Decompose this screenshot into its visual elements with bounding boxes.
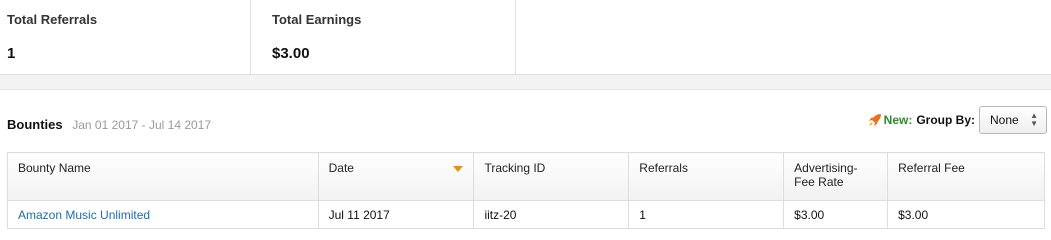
- tracking-id-header-label: Tracking ID: [484, 161, 546, 175]
- advertising-fee-rate-header-line1: Advertising-: [794, 161, 858, 175]
- cell-referrals: 1: [628, 200, 785, 229]
- group-by-selected-value: None: [990, 113, 1019, 127]
- bounties-title: Bounties: [7, 117, 63, 132]
- date-range: Jan 01 2017 - Jul 14 2017: [72, 118, 212, 132]
- group-by-control: New: Group By: None ▲ ▼: [868, 106, 1047, 134]
- total-earnings-card: Total Earnings $3.00: [251, 0, 516, 74]
- bounty-name-link[interactable]: Amazon Music Unlimited: [18, 208, 150, 222]
- new-badge: New:: [883, 113, 913, 127]
- bounties-header: Bounties Jan 01 2017 - Jul 14 2017: [7, 117, 211, 132]
- cell-advertising-fee-rate: $3.00: [783, 200, 889, 229]
- column-header-advertising-fee-rate[interactable]: Advertising- Fee Rate: [783, 152, 889, 201]
- date-header-label: Date: [328, 161, 354, 175]
- up-down-arrows-icon: ▲ ▼: [1030, 111, 1038, 128]
- total-referrals-value: 1: [7, 45, 16, 62]
- total-referrals-card: Total Referrals 1: [0, 0, 251, 74]
- bounty-name-header-label: Bounty Name: [18, 161, 91, 175]
- advertising-fee-rate-header-line2: Fee Rate: [794, 175, 844, 189]
- rocket-icon: [868, 113, 882, 127]
- referrals-header-label: Referrals: [639, 161, 688, 175]
- cell-referral-fee: $3.00: [887, 200, 1045, 229]
- column-header-bounty-name[interactable]: Bounty Name: [7, 152, 319, 201]
- total-referrals-label: Total Referrals: [7, 12, 98, 27]
- cell-bounty-name: Amazon Music Unlimited: [7, 200, 319, 229]
- cell-tracking-id: iitz-20: [473, 200, 630, 229]
- empty-stat-card: [516, 0, 1051, 74]
- column-header-tracking-id[interactable]: Tracking ID: [473, 152, 630, 201]
- bounties-table: Bounty Name Date Tracking ID Referrals A…: [7, 152, 1045, 229]
- total-earnings-label: Total Earnings: [272, 12, 362, 27]
- sort-desc-icon: [453, 166, 464, 172]
- column-header-referral-fee[interactable]: Referral Fee: [887, 152, 1045, 201]
- group-by-select[interactable]: None ▲ ▼: [979, 106, 1047, 134]
- table-row: Amazon Music Unlimited Jul 11 2017 iitz-…: [7, 200, 1045, 229]
- table-header-row: Bounty Name Date Tracking ID Referrals A…: [7, 152, 1045, 201]
- column-header-date[interactable]: Date: [317, 152, 475, 201]
- column-header-referrals[interactable]: Referrals: [628, 152, 785, 201]
- group-by-label: Group By:: [916, 113, 975, 127]
- cell-date: Jul 11 2017: [317, 200, 475, 229]
- summary-stats: Total Referrals 1 Total Earnings $3.00: [0, 0, 1051, 74]
- section-divider: [0, 74, 1051, 90]
- referral-fee-header-label: Referral Fee: [898, 161, 965, 175]
- total-earnings-value: $3.00: [272, 45, 310, 62]
